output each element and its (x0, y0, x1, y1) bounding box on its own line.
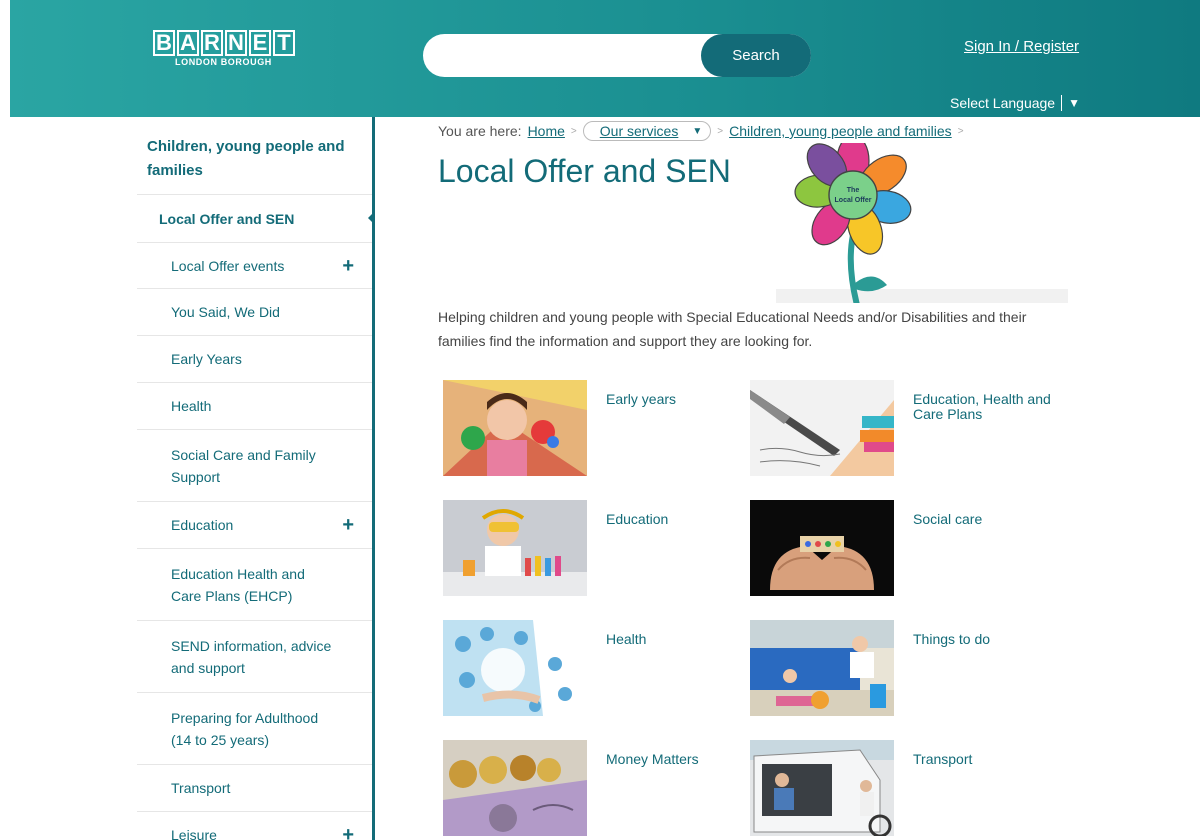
child-science-photo (443, 500, 587, 596)
search-input[interactable] (437, 42, 697, 68)
tile-education[interactable]: Education (443, 500, 753, 600)
breadcrumb-separator-icon: > (717, 125, 724, 137)
sidebar-item[interactable]: Transport (137, 765, 372, 812)
flower-text: The (847, 187, 860, 194)
sidebar-item[interactable]: SEND information, advice and support (137, 621, 372, 693)
sidebar-item[interactable]: Leisure + (137, 812, 372, 840)
sidebar-item-label: Local Offer events (171, 257, 285, 274)
logo-letter: E (249, 30, 271, 56)
language-selector[interactable]: Select Language ▼ (950, 95, 1080, 111)
site-header: B A R N E T LONDON BOROUGH Search Sign I… (10, 0, 1200, 117)
tile-label[interactable]: Education (606, 512, 746, 527)
sidebar-item[interactable]: Preparing for Adulthood (14 to 25 years) (137, 693, 372, 765)
accessible-van-photo (750, 740, 894, 836)
early-years-photo (443, 380, 587, 476)
tile-label[interactable]: Social care (913, 512, 1053, 527)
search-button[interactable]: Search (701, 34, 811, 77)
tile-early-years[interactable]: Early years (443, 380, 753, 480)
sidebar-item[interactable]: You Said, We Did (137, 289, 372, 336)
language-divider (1061, 95, 1063, 111)
sidebar-item-label: Leisure (171, 827, 217, 840)
breadcrumb-services-link[interactable]: Our services (600, 123, 679, 139)
breadcrumb-services-dropdown[interactable]: Our services ▼ (582, 121, 712, 141)
tile-money-matters[interactable]: Money Matters (443, 740, 753, 840)
sidebar-item[interactable]: Early Years (137, 336, 372, 383)
tile-label[interactable]: Transport (913, 752, 1053, 767)
tile-transport[interactable]: Transport (750, 740, 1060, 840)
tile-label[interactable]: Early years (606, 392, 746, 407)
plus-icon[interactable]: + (342, 514, 354, 536)
page-title: Local Offer and SEN (438, 153, 731, 189)
active-caret-icon (368, 211, 375, 225)
sidebar-section-heading[interactable]: Children, young people and families (137, 117, 372, 195)
logo-subtitle: LONDON BOROUGH (175, 57, 272, 67)
breadcrumb-separator-icon: > (570, 125, 577, 137)
tile-label[interactable]: Health (606, 632, 746, 647)
logo-letter: B (153, 30, 175, 56)
swimming-pool-photo (750, 620, 894, 716)
sidebar-item[interactable]: Social Care and Family Support (137, 430, 372, 502)
flower-text: Local Offer (835, 197, 872, 204)
breadcrumb-home-link[interactable]: Home (528, 123, 565, 139)
tile-ehcp[interactable]: Education, Health and Care Plans (750, 380, 1060, 480)
sidebar-item-label: Education Health and Care Plans (EHCP) (171, 565, 305, 604)
logo-letter: A (177, 30, 199, 56)
main-content: You are here: Home > Our services ▼ > Ch… (438, 117, 1078, 840)
hands-photo (750, 500, 894, 596)
tile-things-to-do[interactable]: Things to do (750, 620, 1060, 720)
sidebar-item-label: Education (171, 517, 234, 533)
sidebar-item-label: Preparing for Adulthood (14 to 25 years) (171, 709, 319, 748)
sidebar-item-label: You Said, We Did (171, 304, 280, 320)
tile-label[interactable]: Money Matters (606, 752, 746, 767)
sidebar-item-label: Local Offer and SEN (159, 210, 295, 227)
sidebar-item-active[interactable]: Local Offer and SEN (137, 195, 375, 243)
tile-health[interactable]: Health (443, 620, 753, 720)
sidebar-item-label: Early Years (171, 351, 242, 367)
tile-social-care[interactable]: Social care (750, 500, 1060, 600)
chevron-down-icon: ▼ (692, 125, 703, 137)
plus-icon[interactable]: + (342, 255, 354, 277)
logo-letter: R (201, 30, 223, 56)
chevron-down-icon: ▼ (1068, 96, 1080, 110)
logo-letters: B A R N E T (153, 30, 295, 56)
logo-letter: T (273, 30, 295, 56)
sign-in-register-link[interactable]: Sign In / Register (964, 38, 1079, 55)
sidebar-item[interactable]: Health (137, 383, 372, 430)
logo-letter: N (225, 30, 247, 56)
money-photo (443, 740, 587, 836)
plus-icon[interactable]: + (342, 824, 354, 840)
sidebar-item[interactable]: Education + (137, 502, 372, 549)
sidebar-item-label: Health (171, 398, 212, 414)
tile-label[interactable]: Things to do (913, 632, 1053, 647)
sidebar-item-label: Social Care and Family Support (171, 446, 316, 485)
breadcrumb: You are here: Home > Our services ▼ > Ch… (438, 121, 964, 141)
breadcrumb-prefix: You are here: (438, 123, 522, 139)
sidebar-item[interactable]: Local Offer events + (137, 243, 372, 289)
search-bar: Search (423, 34, 811, 77)
pen-and-folders-photo (750, 380, 894, 476)
breadcrumb-current-link[interactable]: Children, young people and families (729, 123, 952, 139)
sidebar-item[interactable]: Education Health and Care Plans (EHCP) (137, 549, 372, 621)
sidebar-item-label: SEND information, advice and support (171, 637, 332, 676)
intro-paragraph: Helping children and young people with S… (438, 309, 1027, 349)
local-offer-flower-image: The Local Offer (794, 143, 912, 303)
barnet-logo[interactable]: B A R N E T LONDON BOROUGH (153, 30, 295, 67)
language-label: Select Language (950, 95, 1056, 111)
tile-label[interactable]: Education, Health and Care Plans (913, 392, 1053, 422)
medical-icons-photo (443, 620, 587, 716)
sidebar-nav: Children, young people and families Loca… (137, 117, 375, 840)
breadcrumb-separator-icon: > (957, 125, 964, 137)
sidebar-item-label: Transport (171, 780, 231, 796)
